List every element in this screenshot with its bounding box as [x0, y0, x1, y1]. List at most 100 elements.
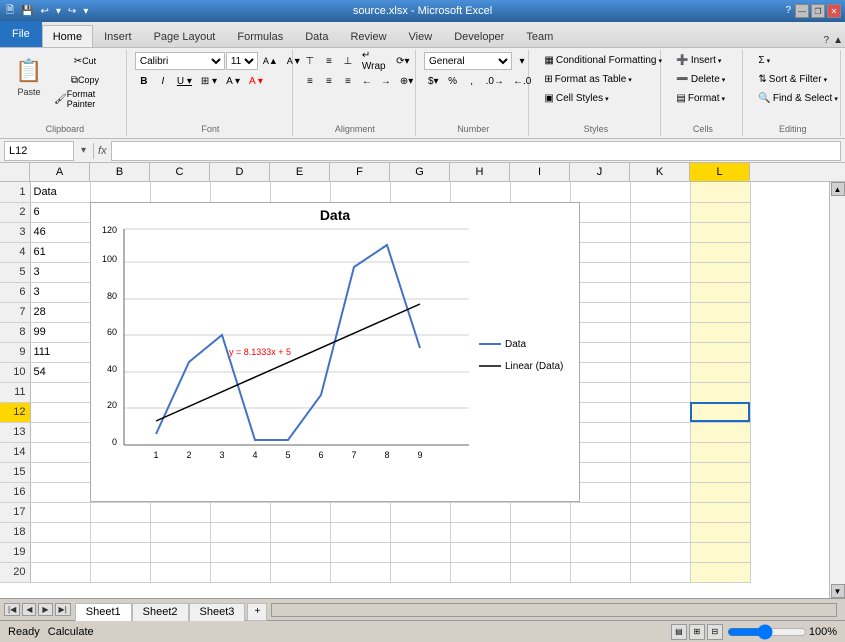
- cell-C18[interactable]: [150, 522, 210, 542]
- format-painter-button[interactable]: 🖌 Format Painter: [50, 90, 120, 108]
- cell-D19[interactable]: [210, 542, 270, 562]
- cell-K4[interactable]: [630, 242, 690, 262]
- cell-L11[interactable]: [690, 382, 750, 402]
- col-header-e[interactable]: E: [270, 163, 330, 181]
- cell-A3[interactable]: 46: [30, 222, 90, 242]
- tab-developer[interactable]: Developer: [443, 25, 515, 47]
- format-button[interactable]: ▤ Format ▾: [669, 90, 732, 107]
- row-num-2[interactable]: 2: [0, 202, 30, 222]
- ribbon-help-icon[interactable]: ?: [822, 34, 832, 47]
- paste-button[interactable]: 📋 Paste: [10, 52, 48, 100]
- cell-A18[interactable]: [30, 522, 90, 542]
- save-icon[interactable]: 💾: [19, 5, 35, 18]
- sheet-tab-sheet2[interactable]: Sheet2: [132, 603, 189, 621]
- cell-A11[interactable]: [30, 382, 90, 402]
- cell-A8[interactable]: 99: [30, 322, 90, 342]
- autosum-button[interactable]: Σ ▾: [751, 52, 777, 69]
- row-num-8[interactable]: 8: [0, 322, 30, 342]
- tab-team[interactable]: Team: [515, 25, 564, 47]
- tab-next-button[interactable]: ▶: [38, 603, 52, 616]
- bold-button[interactable]: B: [135, 72, 153, 90]
- cell-D18[interactable]: [210, 522, 270, 542]
- help-icon[interactable]: ?: [783, 4, 793, 18]
- row-num-12[interactable]: 12: [0, 402, 30, 422]
- tab-review[interactable]: Review: [339, 25, 397, 47]
- cell-L13[interactable]: [690, 422, 750, 442]
- cell-I20[interactable]: [510, 562, 570, 582]
- cell-C19[interactable]: [150, 542, 210, 562]
- copy-button[interactable]: ⧉ Copy: [50, 71, 120, 89]
- tab-formulas[interactable]: Formulas: [226, 25, 294, 47]
- cell-J18[interactable]: [570, 522, 630, 542]
- cell-L19[interactable]: [690, 542, 750, 562]
- cell-A14[interactable]: [30, 442, 90, 462]
- top-align-button[interactable]: ⊤: [301, 52, 319, 70]
- name-box-expand-button[interactable]: ▾: [78, 145, 89, 156]
- horizontal-scrollbar[interactable]: [271, 603, 837, 617]
- row-num-14[interactable]: 14: [0, 442, 30, 462]
- restore-button[interactable]: ❐: [811, 4, 825, 18]
- cell-I1[interactable]: [510, 182, 570, 202]
- bottom-align-button[interactable]: ⊥: [339, 52, 357, 70]
- cell-G20[interactable]: [390, 562, 450, 582]
- cell-B19[interactable]: [90, 542, 150, 562]
- row-num-5[interactable]: 5: [0, 262, 30, 282]
- page-break-view-button[interactable]: ⊟: [707, 624, 723, 640]
- accounting-button[interactable]: $▾: [424, 72, 443, 90]
- find-select-button[interactable]: 🔍 Find & Select ▾: [751, 90, 844, 107]
- center-align-button[interactable]: ≡: [320, 72, 338, 90]
- undo-icon[interactable]: ↩: [39, 5, 51, 18]
- vertical-scrollbar[interactable]: ▲ ▼: [829, 182, 845, 598]
- cell-G1[interactable]: [390, 182, 450, 202]
- cell-F1[interactable]: [330, 182, 390, 202]
- row-num-15[interactable]: 15: [0, 462, 30, 482]
- row-num-17[interactable]: 17: [0, 502, 30, 522]
- cell-F17[interactable]: [330, 502, 390, 522]
- merge-center-button[interactable]: ⊕▾: [396, 72, 417, 90]
- row-num-7[interactable]: 7: [0, 302, 30, 322]
- increase-decimal-button[interactable]: .0→: [482, 72, 508, 90]
- cell-L20[interactable]: [690, 562, 750, 582]
- cell-E1[interactable]: [270, 182, 330, 202]
- increase-font-button[interactable]: A▲: [259, 52, 282, 70]
- number-format-dropdown[interactable]: ▾: [513, 52, 531, 70]
- insert-button[interactable]: ➕ Insert ▾: [669, 52, 728, 69]
- col-header-h[interactable]: H: [450, 163, 510, 181]
- cell-K17[interactable]: [630, 502, 690, 522]
- tab-view[interactable]: View: [398, 25, 444, 47]
- cell-G17[interactable]: [390, 502, 450, 522]
- col-header-g[interactable]: G: [390, 163, 450, 181]
- middle-align-button[interactable]: ≡: [320, 52, 338, 70]
- grid-scroll-area[interactable]: 1Data26346461536372889991111054111213141…: [0, 182, 829, 598]
- font-size-selector[interactable]: 11: [226, 52, 258, 70]
- italic-button[interactable]: I: [154, 72, 172, 90]
- percent-button[interactable]: %: [444, 72, 462, 90]
- tab-first-button[interactable]: |◀: [4, 603, 20, 616]
- cell-L15[interactable]: [690, 462, 750, 482]
- cell-L4[interactable]: [690, 242, 750, 262]
- cell-C20[interactable]: [150, 562, 210, 582]
- font-name-selector[interactable]: Calibri: [135, 52, 225, 70]
- cell-D1[interactable]: [210, 182, 270, 202]
- cell-K12[interactable]: [630, 402, 690, 422]
- cell-L7[interactable]: [690, 302, 750, 322]
- cell-F18[interactable]: [330, 522, 390, 542]
- row-num-1[interactable]: 1: [0, 182, 30, 202]
- col-header-d[interactable]: D: [210, 163, 270, 181]
- scroll-down-button[interactable]: ▼: [831, 584, 845, 598]
- cell-H1[interactable]: [450, 182, 510, 202]
- cell-A6[interactable]: 3: [30, 282, 90, 302]
- chart-container[interactable]: Data 0 20 40 60 80 100 120: [90, 202, 580, 502]
- cell-B1[interactable]: [90, 182, 150, 202]
- col-header-k[interactable]: K: [630, 163, 690, 181]
- cell-C1[interactable]: [150, 182, 210, 202]
- cell-K11[interactable]: [630, 382, 690, 402]
- cell-A5[interactable]: 3: [30, 262, 90, 282]
- cell-A16[interactable]: [30, 482, 90, 502]
- cell-H18[interactable]: [450, 522, 510, 542]
- col-header-c[interactable]: C: [150, 163, 210, 181]
- cell-A7[interactable]: 28: [30, 302, 90, 322]
- right-align-button[interactable]: ≡: [339, 72, 357, 90]
- tab-last-button[interactable]: ▶|: [55, 603, 71, 616]
- row-num-11[interactable]: 11: [0, 382, 30, 402]
